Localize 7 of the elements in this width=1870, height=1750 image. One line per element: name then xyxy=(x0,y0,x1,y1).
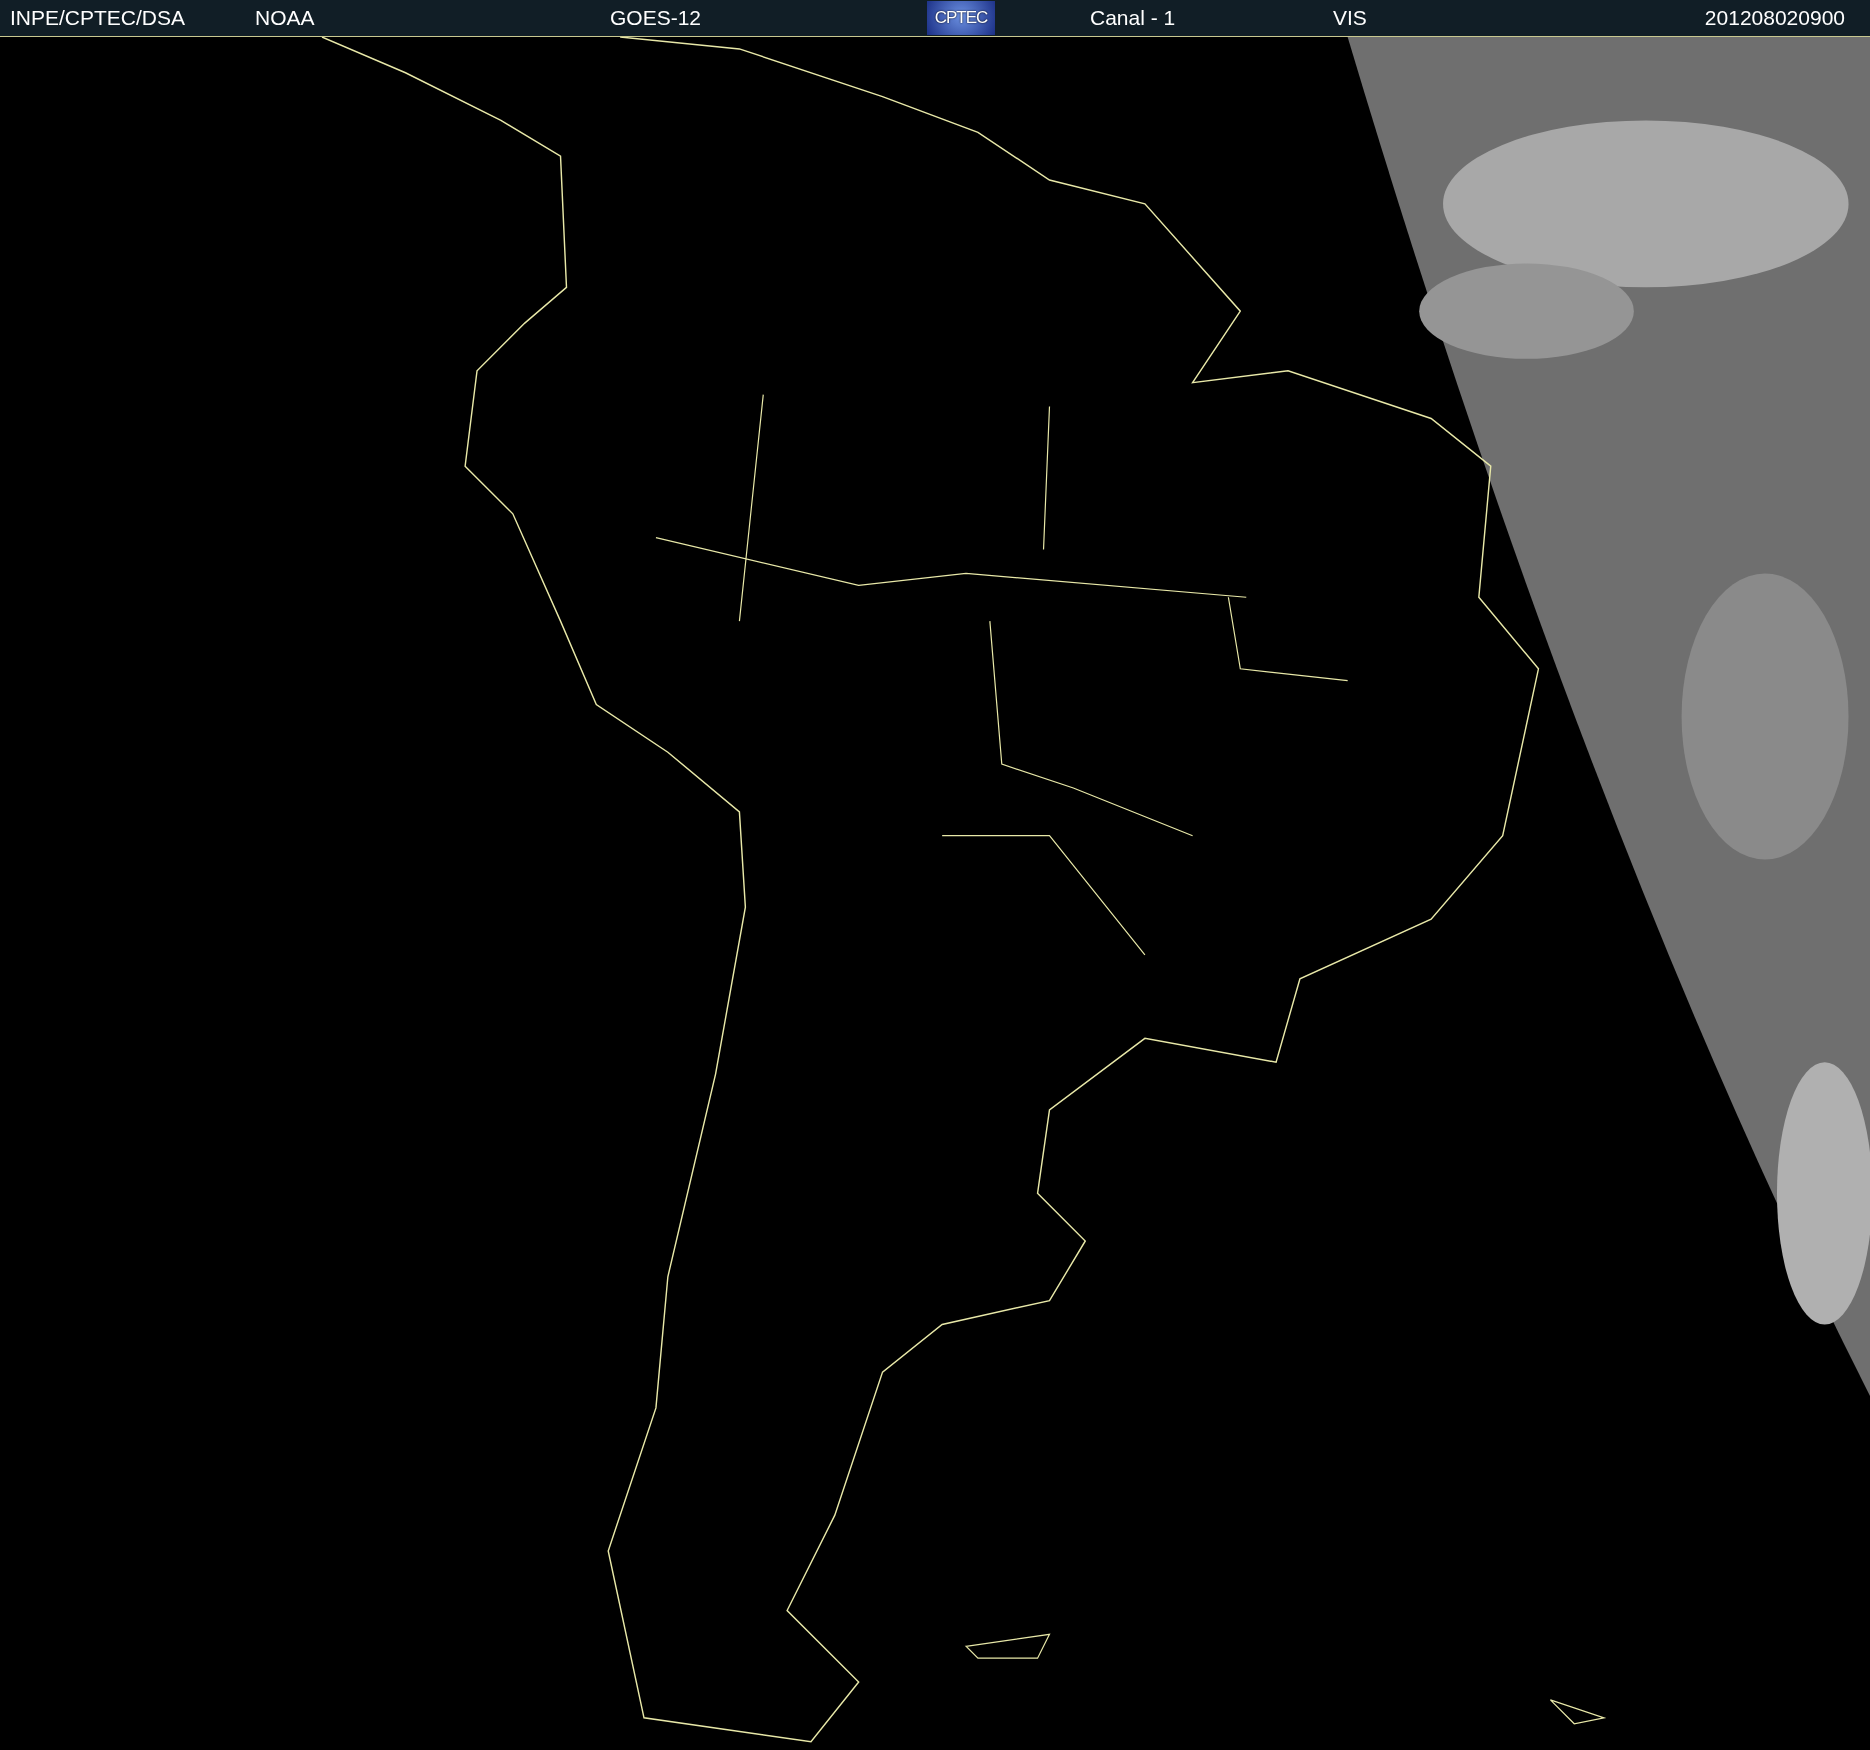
channel-label: Canal - 1 xyxy=(1090,6,1177,30)
satellite-label: GOES-12 xyxy=(610,6,703,30)
timestamp-label: 201208020900 xyxy=(1704,6,1845,30)
source-label: INPE/CPTEC/DSA xyxy=(10,6,187,30)
band-label: VIS xyxy=(1333,6,1368,30)
agency-label: NOAA xyxy=(255,6,316,30)
logo: CPTEC xyxy=(927,1,995,35)
